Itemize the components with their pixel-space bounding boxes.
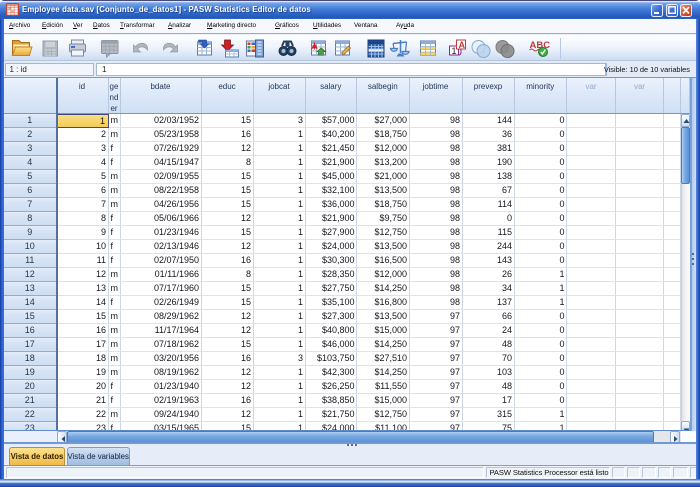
svg-text:1: 1 bbox=[451, 46, 456, 56]
svg-text:A: A bbox=[458, 40, 465, 50]
